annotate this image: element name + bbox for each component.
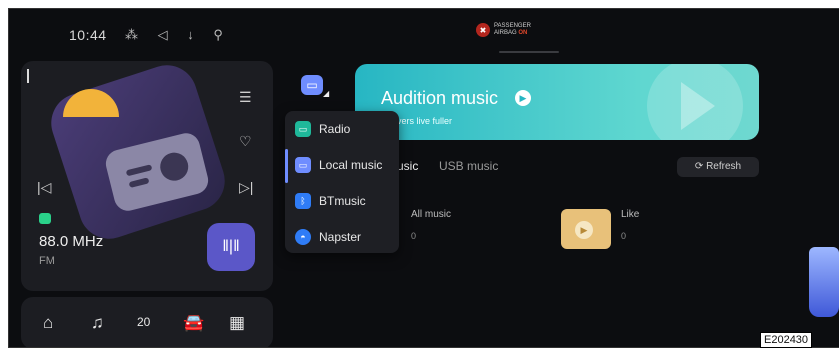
- waveform-icon: ‖|‖: [222, 238, 240, 255]
- card-indicator: [27, 69, 29, 83]
- like-tile[interactable]: ▶: [561, 209, 611, 249]
- tab-local-music[interactable]: usic: [397, 159, 418, 173]
- radio-icon: ▭: [295, 121, 311, 137]
- tab-usb-music[interactable]: USB music: [439, 159, 498, 173]
- climate-temp[interactable]: 20: [137, 315, 150, 329]
- passenger-airbag-indicator: ✖ PASSENGER AIRBAG ON: [476, 23, 531, 37]
- refresh-icon: ⟳: [694, 161, 704, 172]
- apps-icon[interactable]: ▦: [229, 313, 245, 333]
- source-menu: ▭ Radio ▭ Local music ᛒ BTmusic ◓ Napste…: [285, 111, 399, 253]
- menu-item-local-music[interactable]: ▭ Local music: [295, 157, 382, 173]
- all-music-label: All music: [411, 209, 452, 220]
- play-pause-button[interactable]: ‖|‖: [207, 223, 255, 271]
- infotainment-screen: 10:44 ⁂ ◁ ↓ ⚲ ✖ PASSENGER AIRBAG ON ☰ ♡ …: [8, 8, 839, 348]
- like-label: Like: [621, 209, 640, 220]
- airbag-icon: ✖: [476, 23, 490, 37]
- menu-item-napster[interactable]: ◓ Napster: [295, 229, 361, 245]
- band: FM: [39, 255, 55, 267]
- car-icon[interactable]: 🚘: [183, 313, 204, 333]
- source-badge-icon: [39, 213, 51, 224]
- dropdown-indicator-icon: ◢: [323, 89, 330, 98]
- menu-item-btmusic[interactable]: ᛒ BTmusic: [295, 193, 366, 209]
- next-icon[interactable]: ▷|: [239, 179, 253, 196]
- status-icons: ⁂ ◁ ↓ ⚲: [125, 27, 231, 42]
- clock: 10:44: [69, 27, 107, 43]
- napster-icon: ◓: [295, 229, 311, 245]
- like-count: 0: [621, 231, 627, 241]
- radio-card[interactable]: ☰ ♡ |◁ ▷| 88.0 MHz FM ‖|‖: [21, 57, 273, 291]
- play-icon: ▶: [575, 221, 593, 239]
- previous-icon[interactable]: |◁: [37, 179, 51, 196]
- audition-banner[interactable]: Audition music ▶ ic lovers live fuller: [355, 64, 759, 140]
- playlist-icon[interactable]: ☰: [239, 89, 252, 106]
- reference-code: E202430: [760, 332, 813, 348]
- banner-play-icon[interactable]: ▶: [515, 90, 531, 106]
- selection-indicator: [285, 149, 288, 183]
- refresh-button[interactable]: ⟳ Refresh: [677, 157, 759, 177]
- heart-icon[interactable]: ♡: [239, 133, 252, 150]
- folder-icon: ▭: [295, 157, 311, 173]
- frequency: 88.0 MHz: [39, 233, 104, 250]
- banner-play-disc: [647, 64, 743, 140]
- menu-item-radio[interactable]: ▭ Radio: [295, 121, 350, 137]
- music-icon[interactable]: ♫: [91, 313, 104, 333]
- all-music-count: 0: [411, 231, 417, 241]
- top-handle[interactable]: [499, 51, 559, 53]
- home-icon[interactable]: ⌂: [43, 313, 53, 333]
- cup-decoration: [809, 247, 839, 317]
- bluetooth-icon: ᛒ: [295, 193, 311, 209]
- dock: ⌂ ♫ 20 🚘 ▦: [21, 297, 273, 347]
- source-folder-icon[interactable]: ▭: [301, 75, 323, 95]
- banner-title: Audition music: [381, 88, 499, 108]
